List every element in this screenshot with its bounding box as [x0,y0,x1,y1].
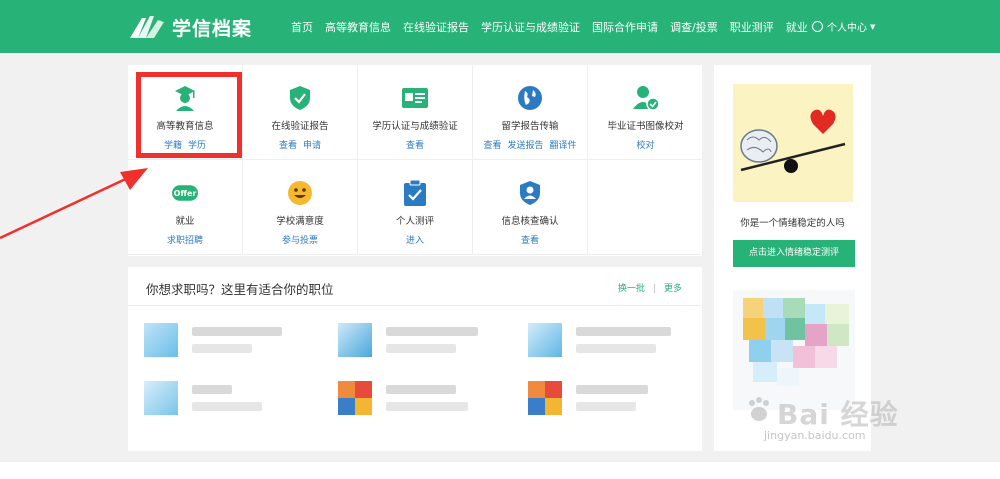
company-logo-blurred [144,323,178,357]
service-info-verification[interactable]: 信息核查确认 查看 [473,160,588,255]
service-certificate-proofread[interactable]: 毕业证书图像校对 校对 [588,65,703,160]
job-card[interactable] [144,377,294,417]
blurred-text [192,402,262,411]
job-card[interactable] [338,377,488,417]
service-degree-certification[interactable]: 学历认证与成绩验证 查看 [358,65,473,160]
link-view[interactable]: 查看 [483,141,501,151]
id-card-icon [402,85,428,111]
blurred-text [386,344,456,353]
chevron-down-icon: ▼ [870,22,876,31]
emotion-test-button[interactable]: 点击进入情绪稳定测评 [733,240,855,267]
service-title: 个人测评 [395,216,434,227]
jobs-panel: 你想求职吗？这里有适合你的职位 换一批 | 更多 [128,267,702,451]
smile-icon [287,180,313,206]
service-title: 毕业证书图像校对 [607,121,684,132]
nav-career-test[interactable]: 职业测评 [730,19,774,35]
main-nav: 首页 高等教育信息 在线验证报告 学历认证与成绩验证 国际合作申请 调查/投票 … [291,0,820,53]
page-footer [0,462,1000,479]
user-icon [812,21,823,32]
user-center-menu[interactable]: 个人中心 ▼ [812,19,875,34]
blurred-text [386,402,468,411]
user-shield-icon [517,180,543,206]
top-nav-bar: 学信档案 首页 高等教育信息 在线验证报告 学历认证与成绩验证 国际合作申请 调… [0,0,1000,53]
job-card[interactable] [528,377,678,417]
blurred-text [576,344,656,353]
nav-international[interactable]: 国际合作申请 [592,19,658,35]
link-job-search[interactable]: 求职招聘 [167,236,203,246]
blurred-text [576,402,636,411]
link-view[interactable]: 查看 [406,141,424,151]
globe-icon [517,85,543,111]
jobs-actions: 换一批 | 更多 [618,281,682,294]
job-card[interactable] [338,319,488,359]
shield-check-icon [287,85,313,111]
company-logo-blurred [338,323,372,357]
link-send-report[interactable]: 发送报告 [507,141,543,151]
offer-badge-text: Offer [173,188,197,198]
highlight-box [136,72,242,158]
service-title: 学历认证与成绩验证 [372,121,458,132]
user-check-icon [632,85,659,111]
blurred-text [386,327,478,336]
blurred-text [192,344,252,353]
nav-home[interactable]: 首页 [291,19,313,35]
more-link[interactable]: 更多 [664,284,682,294]
company-logo-blurred [528,323,562,357]
company-logo-blurred [338,381,372,415]
watermark-text: Bai 经验 [777,398,899,431]
site-logo[interactable]: 学信档案 [128,13,252,41]
link-proofread[interactable]: 校对 [636,141,654,151]
offer-icon: Offer [172,180,198,206]
nav-degree-certification[interactable]: 学历认证与成绩验证 [481,19,580,35]
baidu-watermark: Bai 经验 jingyan.baidu.com [742,385,962,445]
service-title: 信息核查确认 [501,216,559,227]
divider: | [652,284,656,294]
link-translation[interactable]: 翻译件 [550,141,577,151]
blurred-text [576,385,648,394]
link-vote[interactable]: 参与投票 [282,236,318,246]
service-empty-cell [588,160,703,255]
nav-online-verification[interactable]: 在线验证报告 [403,19,469,35]
blurred-text [192,327,282,336]
link-enter[interactable]: 进入 [406,236,424,246]
user-center-label: 个人中心 [827,23,867,34]
job-card[interactable] [528,319,678,359]
logo-text: 学信档案 [172,17,253,40]
nav-employment[interactable]: 就业 [786,19,808,35]
logo-book-icon [130,16,164,38]
watermark-url: jingyan.baidu.com [764,429,866,442]
refresh-link[interactable]: 换一批 [618,284,645,294]
divider [128,305,702,306]
service-study-abroad[interactable]: 留学报告传输 查看 发送报告 翻译件 [473,65,588,160]
nav-higher-education[interactable]: 高等教育信息 [325,19,391,35]
red-arrow-annotation [0,168,148,240]
blurred-text [386,385,456,394]
job-card[interactable] [144,319,294,359]
jobs-title: 你想求职吗？这里有适合你的职位 [146,282,334,297]
clipboard-check-icon [402,180,428,206]
service-personal-assessment[interactable]: 个人测评 进入 [358,160,473,255]
side-caption: 你是一个情绪稳定的人吗 [740,218,845,229]
link-view[interactable]: 查看 [521,236,539,246]
service-title: 在线验证报告 [271,121,329,132]
nav-survey[interactable]: 调查/投票 [670,19,718,35]
paw-icon [749,397,769,421]
service-title: 留学报告传输 [501,121,559,132]
company-logo-blurred [528,381,562,415]
blurred-text [192,385,232,394]
emotion-test-illustration[interactable] [733,84,853,202]
company-logo-blurred [144,381,178,415]
service-school-satisfaction[interactable]: 学校满意度 参与投票 [243,160,358,255]
link-apply[interactable]: 申请 [303,141,321,151]
link-view[interactable]: 查看 [279,141,297,151]
service-online-verification[interactable]: 在线验证报告 查看 申请 [243,65,358,160]
service-title: 学校满意度 [276,216,324,227]
blurred-text [576,327,671,336]
